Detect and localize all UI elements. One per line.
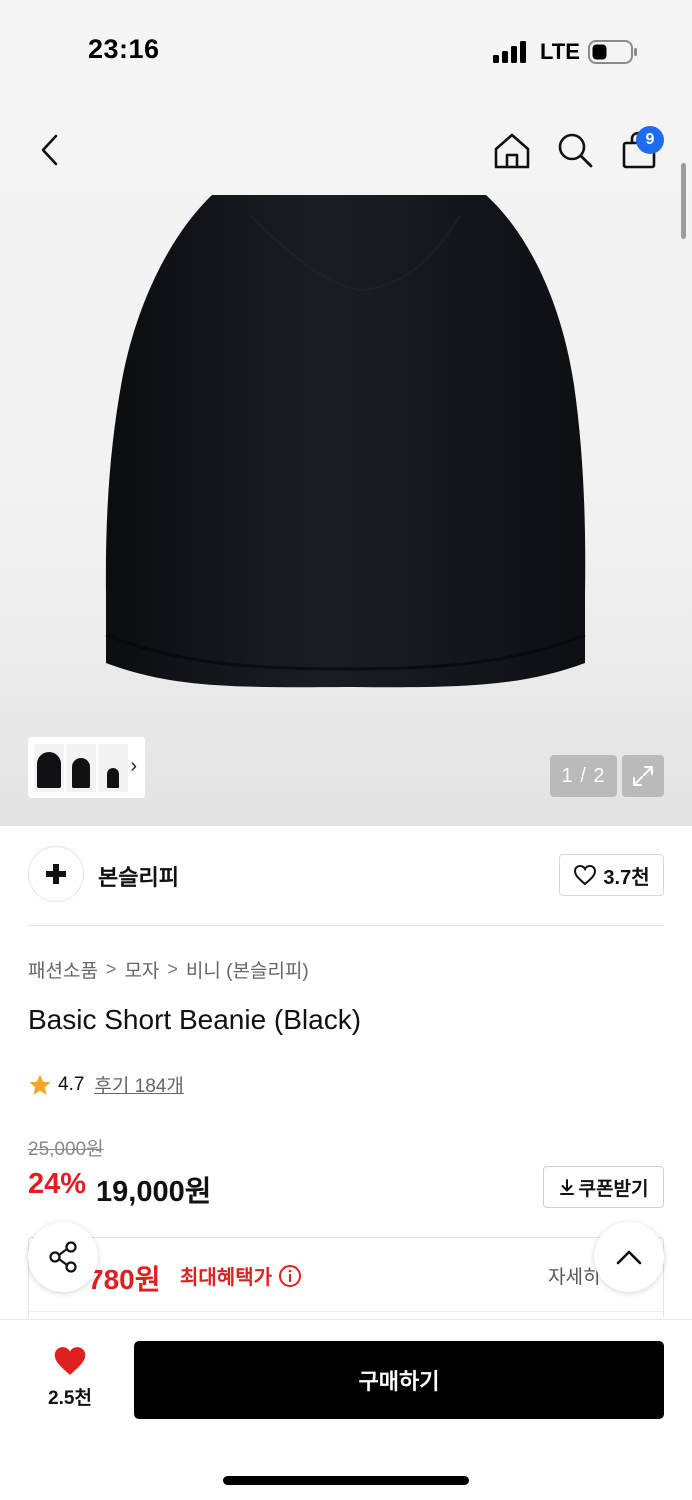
rating-score: 4.7 (58, 1073, 85, 1095)
star-icon (29, 1074, 51, 1095)
benefit-detail-link[interactable]: 자세히 (548, 1262, 600, 1289)
product-title: Basic Short Beanie (Black) (28, 1004, 362, 1035)
home-indicator (223, 1476, 469, 1485)
search-icon (558, 133, 593, 168)
brand-logo[interactable] (28, 846, 84, 902)
discount-rate: 24% (28, 1168, 87, 1200)
signal-icon (493, 41, 526, 63)
thumbnail-strip[interactable]: › (28, 737, 145, 798)
breadcrumb: 패션소품 > 모자 > 비니 (본슬리피) (28, 956, 309, 983)
image-counter: 1 / 2 (550, 755, 617, 797)
brand-name[interactable]: 본슬리피 (98, 860, 179, 892)
battery-icon (588, 40, 637, 64)
search-button[interactable] (553, 128, 597, 172)
heart-outline-icon (574, 864, 597, 886)
download-icon (559, 1179, 574, 1195)
back-button[interactable] (30, 130, 70, 170)
thumbnail-1[interactable] (34, 743, 64, 792)
breadcrumb-separator: > (167, 959, 178, 979)
original-price: 25,000원 (28, 1139, 104, 1160)
chevron-left-icon (41, 134, 58, 166)
status-bar: 23:16 LTE (0, 0, 692, 100)
breadcrumb-separator: > (105, 959, 117, 979)
thumbnail-3[interactable] (98, 743, 128, 792)
network-label: LTE (540, 39, 580, 64)
breadcrumb-item-beanie[interactable]: 비니 (본슬리피) (186, 956, 309, 983)
heart-filled-icon (54, 1347, 86, 1375)
brand-like-button[interactable]: 3.7천 (559, 854, 664, 896)
review-link[interactable]: 후기 184개 (94, 1071, 183, 1098)
scroll-top-button[interactable] (594, 1222, 664, 1292)
rating-row: 4.7 후기 184개 (28, 1071, 184, 1098)
wish-count: 2.5천 (48, 1388, 92, 1409)
product-image (105, 195, 586, 688)
benefit-price: 780원 (88, 1264, 161, 1295)
breadcrumb-item-hat[interactable]: 모자 (124, 956, 159, 983)
wish-button[interactable]: 2.5천 (30, 1345, 110, 1415)
cart-count-badge: 9 (636, 126, 664, 154)
status-time: 23:16 (88, 34, 160, 64)
divider (29, 1311, 663, 1312)
share-icon (49, 1241, 77, 1273)
coupon-label: 쿠폰받기 (578, 1178, 649, 1200)
thumbnail-more-icon[interactable]: › (130, 755, 137, 778)
scrollbar[interactable] (681, 163, 686, 239)
sale-price: 19,000원 (96, 1176, 212, 1208)
thumbnail-2[interactable] (66, 743, 96, 792)
expand-icon (633, 766, 653, 786)
expand-button[interactable] (622, 755, 664, 797)
brand-cross-icon (46, 864, 66, 884)
breadcrumb-item-fashion[interactable]: 패션소품 (28, 956, 98, 983)
info-icon[interactable] (278, 1264, 302, 1288)
sale-price-row: 24% 19,000원 (28, 1168, 211, 1210)
home-button[interactable] (490, 128, 534, 172)
chevron-up-icon (616, 1250, 642, 1265)
benefit-label: 최대혜택가 (180, 1261, 302, 1290)
buy-button[interactable]: 구매하기 (134, 1341, 664, 1419)
benefit-label-text: 최대혜택가 (180, 1267, 272, 1289)
brand-like-count: 3.7천 (603, 866, 650, 889)
coupon-button[interactable]: 쿠폰받기 (543, 1166, 664, 1208)
home-icon (494, 133, 530, 169)
divider (28, 925, 664, 926)
share-button[interactable] (28, 1222, 98, 1292)
